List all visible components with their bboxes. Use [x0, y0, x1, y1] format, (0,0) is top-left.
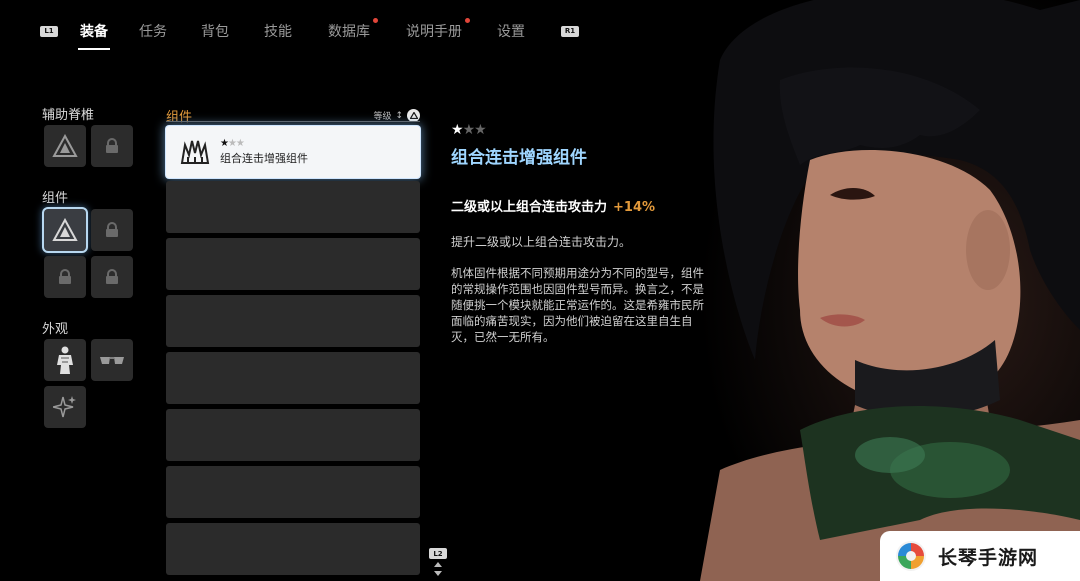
component-list-item-empty[interactable]: [166, 409, 420, 461]
tab-database[interactable]: 数据库: [326, 18, 378, 41]
tab-equipment[interactable]: 装备: [78, 21, 110, 50]
tab-manual[interactable]: 说明手册: [404, 18, 470, 41]
sparkle-icon: [53, 396, 76, 418]
divider: [166, 121, 420, 122]
scroll-arrows-icon: [434, 562, 442, 576]
l1-button[interactable]: L1: [40, 25, 58, 37]
gear-slot-selected[interactable]: [44, 209, 86, 251]
tab-settings[interactable]: 设置: [495, 21, 527, 41]
component-list-item-empty[interactable]: [166, 238, 420, 290]
triangle-emblem-icon: [52, 134, 78, 157]
appearance-slot-accessory[interactable]: [44, 386, 86, 428]
tab-quests[interactable]: 任务: [137, 21, 169, 41]
detail-title: 组合连击增强组件: [451, 148, 587, 168]
component-list-item-empty[interactable]: [166, 181, 420, 233]
notification-dot: [465, 18, 470, 23]
description-line: 灭，已然一无所有。: [451, 330, 555, 344]
appearance-slot-glasses[interactable]: [91, 339, 133, 381]
watermark: 长琴手游网: [880, 531, 1080, 581]
description-line: 的常规操作范围也因固件型号而异。换言之，不是: [451, 282, 704, 296]
appearance-slot-outfit[interactable]: [44, 339, 86, 381]
gear-slot-locked[interactable]: [44, 256, 86, 298]
exospine-slot-locked[interactable]: [91, 125, 133, 167]
description-line: 面临的痛苦现实，因为他们被迫留在这里自生自: [451, 314, 693, 328]
section-label-appearance: 外观: [42, 322, 69, 337]
component-list-item-empty[interactable]: [166, 352, 420, 404]
sort-arrow-icon: ↕: [395, 110, 403, 121]
component-list-item-selected[interactable]: ★★★ 组合连击增强组件: [166, 126, 420, 178]
section-label-gear: 组件: [42, 191, 69, 206]
crown-claw-icon: [174, 131, 216, 173]
long-description: 机体固件根据不同预期用途分为不同的型号，组件 的常规操作范围也因固件型号而异。换…: [451, 265, 735, 345]
short-description: 提升二级或以上组合连击攻击力。: [451, 235, 632, 249]
swirl-logo-icon: [896, 541, 926, 571]
l2-button[interactable]: L2: [429, 548, 447, 559]
triangle-emblem-icon: [52, 218, 78, 241]
top-navigation: L1 装备 任务 背包 技能 数据库 说明手册 设置 R1: [40, 18, 579, 50]
scroll-hint: L2: [429, 548, 447, 577]
section-label-exospine: 辅助脊椎: [42, 108, 95, 123]
r1-button[interactable]: R1: [561, 25, 579, 37]
exospine-slot-equipped[interactable]: [44, 125, 86, 167]
outfit-icon: [57, 346, 73, 374]
description-line: 随便挑一个模块就能正常运作的。这是希雍市民所: [451, 298, 704, 312]
sunglasses-icon: [100, 357, 124, 364]
description-line: 机体固件根据不同预期用途分为不同的型号，组件: [451, 266, 704, 280]
tab-inventory[interactable]: 背包: [199, 21, 231, 41]
tab-database-label: 数据库: [328, 24, 370, 40]
lock-icon: [59, 269, 71, 284]
component-list-header: 组件 等级 ↕: [166, 106, 420, 125]
lock-icon: [106, 222, 118, 237]
component-list-item-empty[interactable]: [166, 295, 420, 347]
component-list-title: 组件: [166, 110, 193, 125]
item-rarity-stars: ★★★: [220, 138, 245, 149]
stat-line: 二级或以上组合连击攻击力 +14%: [451, 196, 655, 215]
component-list-item-empty[interactable]: [166, 523, 420, 575]
stat-value: +14%: [613, 200, 656, 215]
gear-slot-locked[interactable]: [91, 256, 133, 298]
tab-skills[interactable]: 技能: [262, 21, 294, 41]
watermark-text: 长琴手游网: [938, 546, 1039, 569]
lock-icon: [106, 269, 118, 284]
component-list-item-empty[interactable]: [166, 466, 420, 518]
stat-label: 二级或以上组合连击攻击力: [451, 200, 608, 215]
lock-icon: [106, 138, 118, 153]
gear-slot-locked[interactable]: [91, 209, 133, 251]
notification-dot: [373, 18, 378, 23]
item-name: 组合连击增强组件: [220, 152, 308, 165]
tab-manual-label: 说明手册: [406, 24, 462, 40]
detail-rarity-stars: ★★★: [451, 122, 487, 138]
